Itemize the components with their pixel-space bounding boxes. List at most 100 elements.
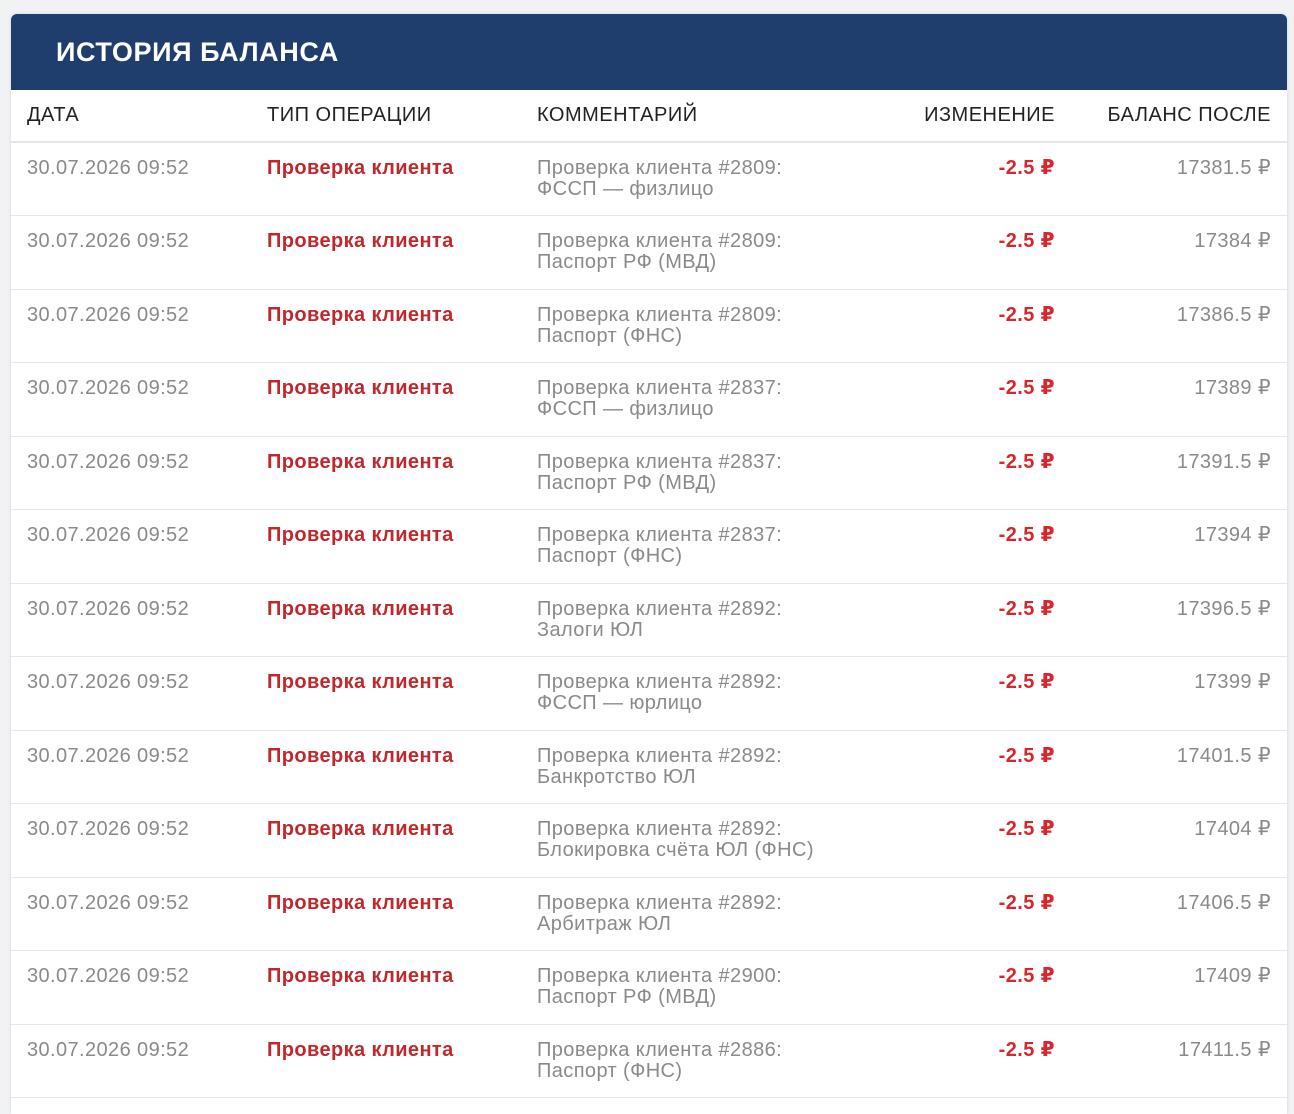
row-comment: Проверка клиента #2892: Арбитраж ЮЛ — [521, 877, 866, 951]
row-comment: Проверка клиента #2837: ФССП — физлицо — [521, 362, 866, 437]
row-change-amount: -2.5 ₽ — [866, 877, 1071, 951]
row-change-amount: -2.5 ₽ — [866, 950, 1071, 1025]
row-change-amount: -2.5 ₽ — [866, 142, 1071, 216]
row-comment-line-2: Паспорт РФ (МВД) — [537, 471, 717, 494]
table-row: 30.07.2026 09:52 Проверка клиента Проверка… — [11, 803, 1287, 878]
row-comment: Проверка клиента #2892: Банкротство ЮЛ — [521, 730, 866, 804]
row-comment-line-2: Блокировка счёта ЮЛ (ФНС) — [537, 839, 814, 861]
row-balance-after: 17391.5 ₽ — [1071, 436, 1287, 510]
row-balance-after: 17394 ₽ — [1071, 509, 1287, 584]
row-operation-type: Проверка клиента — [251, 803, 521, 878]
column-header-type: ТИП ОПЕРАЦИИ — [251, 90, 521, 143]
column-header-date: ДАТА — [11, 90, 251, 143]
row-comment-line-2: ФССП — физлицо — [537, 178, 714, 200]
table-row: 30.07.2026 09:52 Проверка клиента Проверка… — [11, 730, 1287, 804]
row-operation-type: Проверка клиента — [251, 436, 521, 510]
row-comment: Проверка клиента #2900: Паспорт РФ (МВД) — [521, 950, 866, 1025]
row-comment-line-1: Проверка клиента #2886: — [537, 1038, 783, 1061]
row-comment-line-1: Проверка клиента #2892: — [537, 891, 783, 914]
card-header: ИСТОРИЯ БАЛАНСА — [11, 14, 1287, 90]
row-comment-line-1: Проверка клиента #2809: — [537, 303, 783, 326]
row-date: 30.07.2026 09:52 — [11, 583, 251, 657]
row-date: 30.07.2026 09:52 — [11, 803, 251, 878]
row-operation-type: Проверка клиента — [251, 215, 521, 290]
row-balance-after: 17404 ₽ — [1071, 803, 1287, 878]
page-title: ИСТОРИЯ БАЛАНСА — [56, 36, 339, 67]
row-change-amount: -2.5 ₽ — [866, 509, 1071, 584]
row-date: 30.07.2026 09:52 — [11, 509, 251, 584]
row-comment-line-2: Паспорт РФ (МВД) — [537, 986, 717, 1008]
row-operation-type: Проверка клиента — [251, 289, 521, 363]
table-row: 30.07.2026 09:52 Проверка клиента Проверка… — [11, 583, 1287, 657]
row-comment-line-1: Проверка клиента #2900: — [537, 965, 783, 987]
row-comment: Проверка клиента #2886: Паспорт (ФНС) — [521, 1024, 866, 1098]
row-date: 30.07.2026 09:52 — [11, 877, 251, 951]
row-comment-line-1: Проверка клиента #2809: — [537, 230, 783, 252]
row-change-amount: -2.5 ₽ — [866, 362, 1071, 437]
row-change-amount: -2.5 ₽ — [866, 436, 1071, 510]
row-change-amount: -2.5 ₽ — [866, 656, 1071, 731]
row-balance-after: 17381.5 ₽ — [1071, 142, 1287, 216]
row-operation-type: Проверка клиента — [251, 142, 521, 216]
row-comment: Проверка клиента #2809: Паспорт РФ (МВД) — [521, 215, 866, 290]
row-comment-line-1: Проверка клиента #2837: — [537, 524, 783, 546]
table-row: 30.07.2026 09:52 Проверка клиента Проверка… — [11, 142, 1287, 216]
row-comment-line-1: Проверка клиента #2809: — [537, 157, 783, 179]
balance-history-table: ДАТА ТИП ОПЕРАЦИИ КОММЕНТАРИЙ ИЗМЕНЕНИЕ … — [11, 90, 1287, 1098]
row-comment: Проверка клиента #2892: Залоги ЮЛ — [521, 583, 866, 657]
row-comment: Проверка клиента #2837: Паспорт (ФНС) — [521, 509, 866, 584]
table-row: 30.07.2026 09:52 Проверка клиента Проверка… — [11, 509, 1287, 584]
row-balance-after: 17409 ₽ — [1071, 950, 1287, 1025]
row-date: 30.07.2026 09:52 — [11, 289, 251, 363]
row-balance-after: 17406.5 ₽ — [1071, 877, 1287, 951]
row-balance-after: 17411.5 ₽ — [1071, 1024, 1287, 1098]
row-change-amount: -2.5 ₽ — [866, 215, 1071, 290]
row-operation-type: Проверка клиента — [251, 950, 521, 1025]
row-operation-type: Проверка клиента — [251, 362, 521, 437]
row-comment-line-1: Проверка клиента #2837: — [537, 450, 783, 473]
row-balance-after: 17401.5 ₽ — [1071, 730, 1287, 804]
row-comment-line-2: Арбитраж ЮЛ — [537, 912, 672, 935]
row-operation-type: Проверка клиента — [251, 509, 521, 584]
row-operation-type: Проверка клиента — [251, 730, 521, 804]
row-comment-line-2: Паспорт (ФНС) — [537, 545, 683, 567]
column-header-comment: КОММЕНТАРИЙ — [521, 90, 866, 143]
row-balance-after: 17396.5 ₽ — [1071, 583, 1287, 657]
row-date: 30.07.2026 09:52 — [11, 950, 251, 1025]
row-comment: Проверка клиента #2809: Паспорт (ФНС) — [521, 289, 866, 363]
table-row: 30.07.2026 09:52 Проверка клиента Проверка… — [11, 656, 1287, 731]
table-header: ДАТА ТИП ОПЕРАЦИИ КОММЕНТАРИЙ ИЗМЕНЕНИЕ … — [11, 90, 1287, 143]
row-change-amount: -2.5 ₽ — [866, 1024, 1071, 1098]
row-comment: Проверка клиента #2837: Паспорт РФ (МВД) — [521, 436, 866, 510]
row-operation-type: Проверка клиента — [251, 583, 521, 657]
row-comment-line-2: Банкротство ЮЛ — [537, 765, 697, 788]
balance-history-card: ИСТОРИЯ БАЛАНСА ДАТА ТИП ОПЕРАЦИИ КОММЕН… — [11, 14, 1287, 1114]
row-comment-line-2: ФССП — юрлицо — [537, 692, 703, 714]
row-comment-line-1: Проверка клиента #2892: — [537, 744, 783, 767]
row-comment-line-1: Проверка клиента #2892: — [537, 671, 783, 693]
table-row: 30.07.2026 09:52 Проверка клиента Проверка… — [11, 436, 1287, 510]
table-row: 30.07.2026 09:52 Проверка клиента Проверка… — [11, 1024, 1287, 1098]
row-operation-type: Проверка клиента — [251, 877, 521, 951]
row-change-amount: -2.5 ₽ — [866, 583, 1071, 657]
row-change-amount: -2.5 ₽ — [866, 289, 1071, 363]
row-date: 30.07.2026 09:52 — [11, 215, 251, 290]
row-comment: Проверка клиента #2892: ФССП — юрлицо — [521, 656, 866, 731]
row-comment: Проверка клиента #2809: ФССП — физлицо — [521, 142, 866, 216]
row-comment-line-2: Залоги ЮЛ — [537, 618, 644, 641]
row-balance-after: 17384 ₽ — [1071, 215, 1287, 290]
row-date: 30.07.2026 09:52 — [11, 656, 251, 731]
row-operation-type: Проверка клиента — [251, 1024, 521, 1098]
table-body: 30.07.2026 09:52 Проверка клиента Проверка… — [11, 142, 1287, 1098]
column-header-change: ИЗМЕНЕНИЕ — [866, 90, 1071, 143]
row-balance-after: 17386.5 ₽ — [1071, 289, 1287, 363]
table-row: 30.07.2026 09:52 Проверка клиента Проверка… — [11, 950, 1287, 1025]
row-date: 30.07.2026 09:52 — [11, 1024, 251, 1098]
row-change-amount: -2.5 ₽ — [866, 803, 1071, 878]
row-change-amount: -2.5 ₽ — [866, 730, 1071, 804]
table-row: 30.07.2026 09:52 Проверка клиента Проверка… — [11, 362, 1287, 437]
row-comment: Проверка клиента #2892: Блокировка счёта … — [521, 803, 866, 878]
row-date: 30.07.2026 09:52 — [11, 362, 251, 437]
table-header-row: ДАТА ТИП ОПЕРАЦИИ КОММЕНТАРИЙ ИЗМЕНЕНИЕ … — [11, 90, 1287, 143]
row-date: 30.07.2026 09:52 — [11, 730, 251, 804]
